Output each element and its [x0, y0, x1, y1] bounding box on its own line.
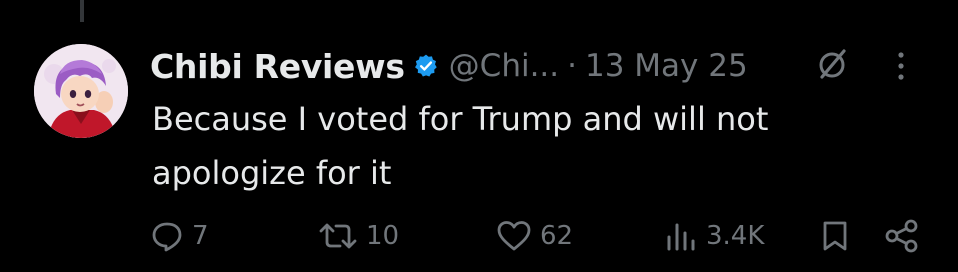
avatar[interactable]: [34, 44, 128, 138]
grok-icon[interactable]: [814, 47, 850, 87]
verified-badge-icon: [413, 53, 439, 79]
like-button[interactable]: 62: [496, 212, 573, 260]
like-count: 62: [540, 221, 574, 251]
more-icon[interactable]: [895, 48, 907, 88]
views-button[interactable]: 3.4K: [664, 212, 764, 260]
views-icon: [664, 219, 698, 253]
bookmark-button[interactable]: [820, 212, 850, 260]
bookmark-icon: [820, 219, 850, 253]
author-handle[interactable]: @Chi...: [449, 48, 559, 84]
tweet-actions-bar: 7 10 62 3.4K: [0, 212, 958, 260]
reply-button[interactable]: 7: [150, 212, 209, 260]
retweet-count: 10: [366, 221, 400, 251]
reply-count: 7: [192, 221, 209, 251]
heart-icon: [496, 219, 532, 253]
separator-dot: ·: [567, 48, 577, 84]
reply-icon: [150, 219, 184, 253]
retweet-icon: [318, 219, 358, 253]
share-button[interactable]: [884, 212, 920, 260]
retweet-button[interactable]: 10: [318, 212, 399, 260]
author-name[interactable]: Chibi Reviews: [150, 47, 405, 86]
tweet-header: Chibi Reviews @Chi... · 13 May 25: [150, 38, 940, 94]
tweet-text: Because I voted for Trump and will not a…: [152, 100, 769, 192]
share-icon: [884, 218, 920, 254]
thread-connector-line: [80, 0, 84, 22]
tweet-date[interactable]: 13 May 25: [585, 48, 748, 84]
views-count: 3.4K: [706, 221, 765, 251]
